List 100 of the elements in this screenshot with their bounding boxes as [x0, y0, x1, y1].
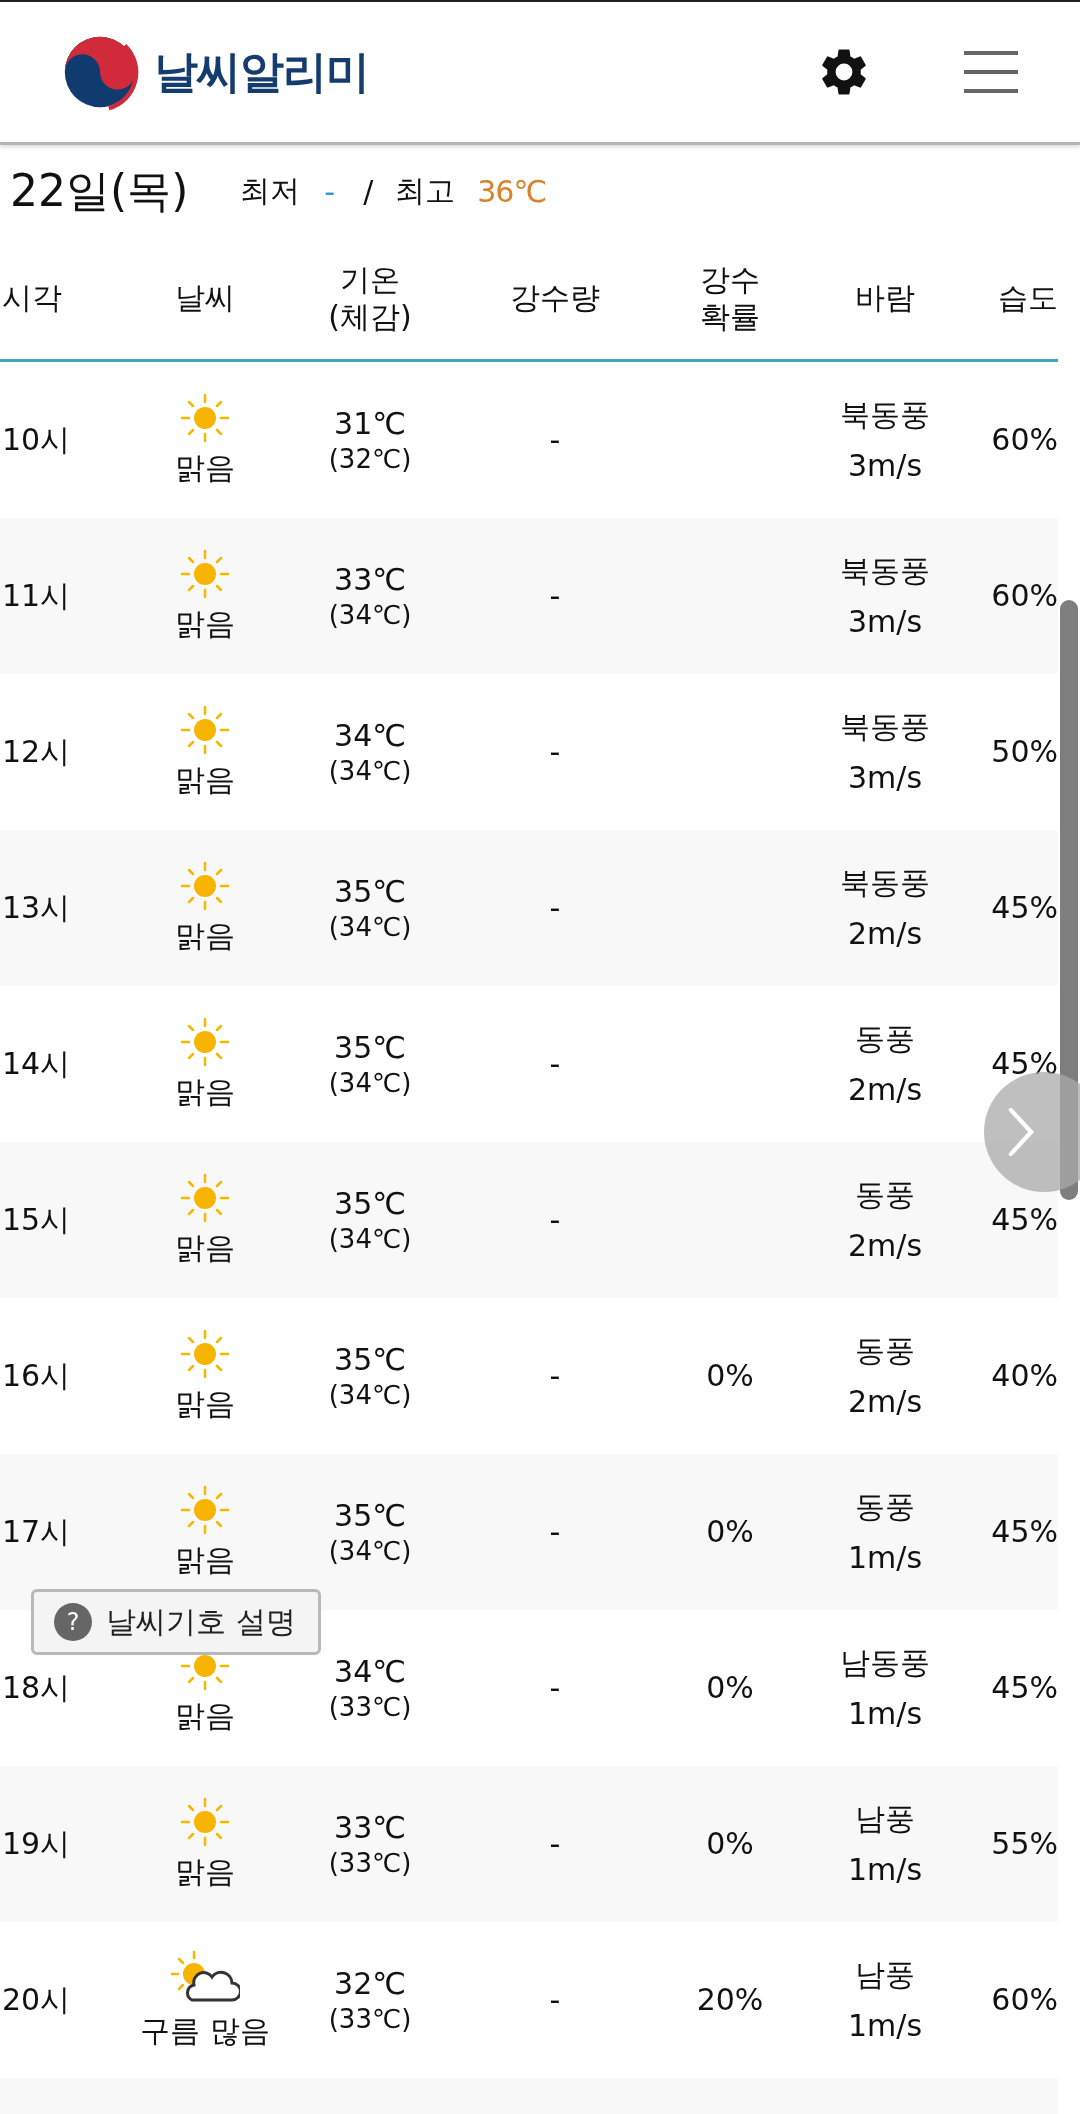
sun-icon [180, 1173, 230, 1224]
temperature: 34℃ [334, 717, 406, 755]
time-cell-text: 19시 [1, 1825, 72, 1863]
humidity-cell-text: 45% [990, 1045, 1058, 1083]
weather-label: 맑음 [175, 605, 235, 643]
sun-icon [180, 393, 230, 444]
weather-legend-button[interactable]: ? 날씨기호 설명 [31, 1589, 321, 1655]
temperature: 35℃ [334, 1497, 406, 1535]
precipitation-cell-text: - [548, 1513, 562, 1551]
feels-like-temperature: (34℃) [328, 1378, 412, 1411]
wind-speed: 3m/s [847, 759, 923, 797]
wind-direction: 북동풍 [840, 551, 930, 589]
feels-like-temperature: (33℃) [328, 1846, 412, 1879]
sun-icon [180, 1797, 230, 1848]
humidity-cell-text: 60% [990, 421, 1058, 459]
time-cell-text: 14시 [1, 1045, 72, 1083]
wind-direction: 동풍 [855, 1175, 915, 1213]
wind-speed: 3m/s [847, 603, 923, 641]
column-header: 기온 (체감) [327, 260, 413, 336]
min-label: 최저 [240, 171, 301, 210]
wind-direction: 북동풍 [840, 395, 930, 433]
time-cell-text: 13시 [1, 889, 72, 927]
time-cell-text: 18시 [1, 1669, 72, 1707]
time-cell-text: 11시 [1, 577, 72, 615]
weather-label: 맑음 [175, 1073, 235, 1111]
temperature: 33℃ [334, 1809, 406, 1847]
column-header: 날씨 [174, 279, 236, 317]
precipitation-cell-text: - [548, 1825, 562, 1863]
precipitation-cell-text: - [548, 733, 562, 771]
feels-like-temperature: (34℃) [328, 1222, 412, 1255]
precipitation-cell-text: - [548, 421, 562, 459]
wind-speed: 1m/s [847, 2007, 923, 2045]
column-header: 습도 [997, 279, 1058, 317]
column-header: 강수 확률 [699, 260, 761, 336]
separator: / [363, 173, 374, 209]
humidity-cell-text: 45% [990, 1201, 1058, 1239]
wind-direction: 남풍 [855, 1799, 915, 1837]
weather-label: 맑음 [175, 1385, 235, 1423]
precipitation-cell-text: - [548, 1357, 562, 1395]
feels-like-temperature: (33℃) [328, 2002, 412, 2035]
precipitation-cell-text: - [548, 1045, 562, 1083]
precipitation-cell-text: - [548, 889, 562, 927]
time-cell-text: 15시 [1, 1201, 72, 1239]
temperature: 32℃ [334, 1965, 406, 2003]
weather-label: 구름 많음 [140, 2012, 270, 2050]
weather-label: 맑음 [175, 1541, 235, 1579]
time-cell-text: 12시 [1, 733, 72, 771]
wind-speed: 1m/s [847, 1851, 923, 1889]
precipitation-cell-text: - [548, 1981, 562, 2019]
probability-cell: 20% [696, 1982, 764, 2018]
sun-icon [180, 861, 230, 912]
sun-icon [180, 1329, 230, 1380]
weather-label: 맑음 [175, 917, 235, 955]
feels-like-temperature: (32℃) [328, 442, 412, 475]
temperature: 31℃ [334, 405, 406, 443]
date-title: 22일(목) [10, 163, 189, 218]
precipitation-cell-text: - [548, 1201, 562, 1239]
humidity-cell-text: 40% [990, 1357, 1058, 1395]
temperature: 35℃ [334, 1341, 406, 1379]
feels-like-temperature: (33℃) [328, 1690, 412, 1723]
weather-label: 맑음 [175, 1697, 235, 1735]
weather-label: 맑음 [175, 1229, 235, 1267]
humidity-cell-text: 45% [990, 889, 1058, 927]
column-header: 시각 [1, 279, 63, 317]
sun-icon [180, 1017, 230, 1068]
help-icon: ? [54, 1603, 92, 1641]
wind-direction: 북동풍 [840, 863, 930, 901]
column-header: 바람 [854, 279, 916, 317]
weather-label: 맑음 [175, 449, 235, 487]
probability-cell: 0% [706, 1514, 754, 1550]
probability-cell: 0% [706, 1670, 754, 1706]
wind-direction: 동풍 [855, 1331, 915, 1369]
temperature: 35℃ [334, 1185, 406, 1223]
min-temperature: - [324, 173, 336, 209]
time-cell-text: 20시 [1, 1981, 72, 2019]
wind-speed: 1m/s [847, 1539, 923, 1577]
time-cell-text: 17시 [1, 1513, 72, 1551]
max-temperature: 36℃ [477, 173, 547, 209]
wind-direction: 동풍 [855, 1019, 915, 1057]
wind-direction: 남풍 [855, 1955, 915, 1993]
precipitation-cell-text: - [548, 577, 562, 615]
wind-speed: 2m/s [847, 1227, 923, 1265]
humidity-cell-text: 45% [990, 1513, 1058, 1551]
weather-label: 맑음 [175, 761, 235, 799]
wind-speed: 2m/s [847, 1071, 923, 1109]
probability-cell: 0% [706, 1826, 754, 1862]
menu-icon[interactable] [964, 51, 1018, 93]
wind-direction: 남동풍 [840, 1643, 930, 1681]
feels-like-temperature: (34℃) [328, 1066, 412, 1099]
wind-speed: 1m/s [847, 1695, 923, 1733]
wind-direction: 북동풍 [840, 707, 930, 745]
temperature: 34℃ [334, 1653, 406, 1691]
humidity-cell-text: 60% [990, 577, 1058, 615]
wind-speed: 2m/s [847, 1383, 923, 1421]
temperature: 33℃ [334, 561, 406, 599]
feels-like-temperature: (34℃) [328, 910, 412, 943]
humidity-cell-text: 60% [990, 1981, 1058, 2019]
temperature: 35℃ [334, 873, 406, 911]
time-cell-text: 10시 [1, 421, 72, 459]
feels-like-temperature: (34℃) [328, 1534, 412, 1567]
